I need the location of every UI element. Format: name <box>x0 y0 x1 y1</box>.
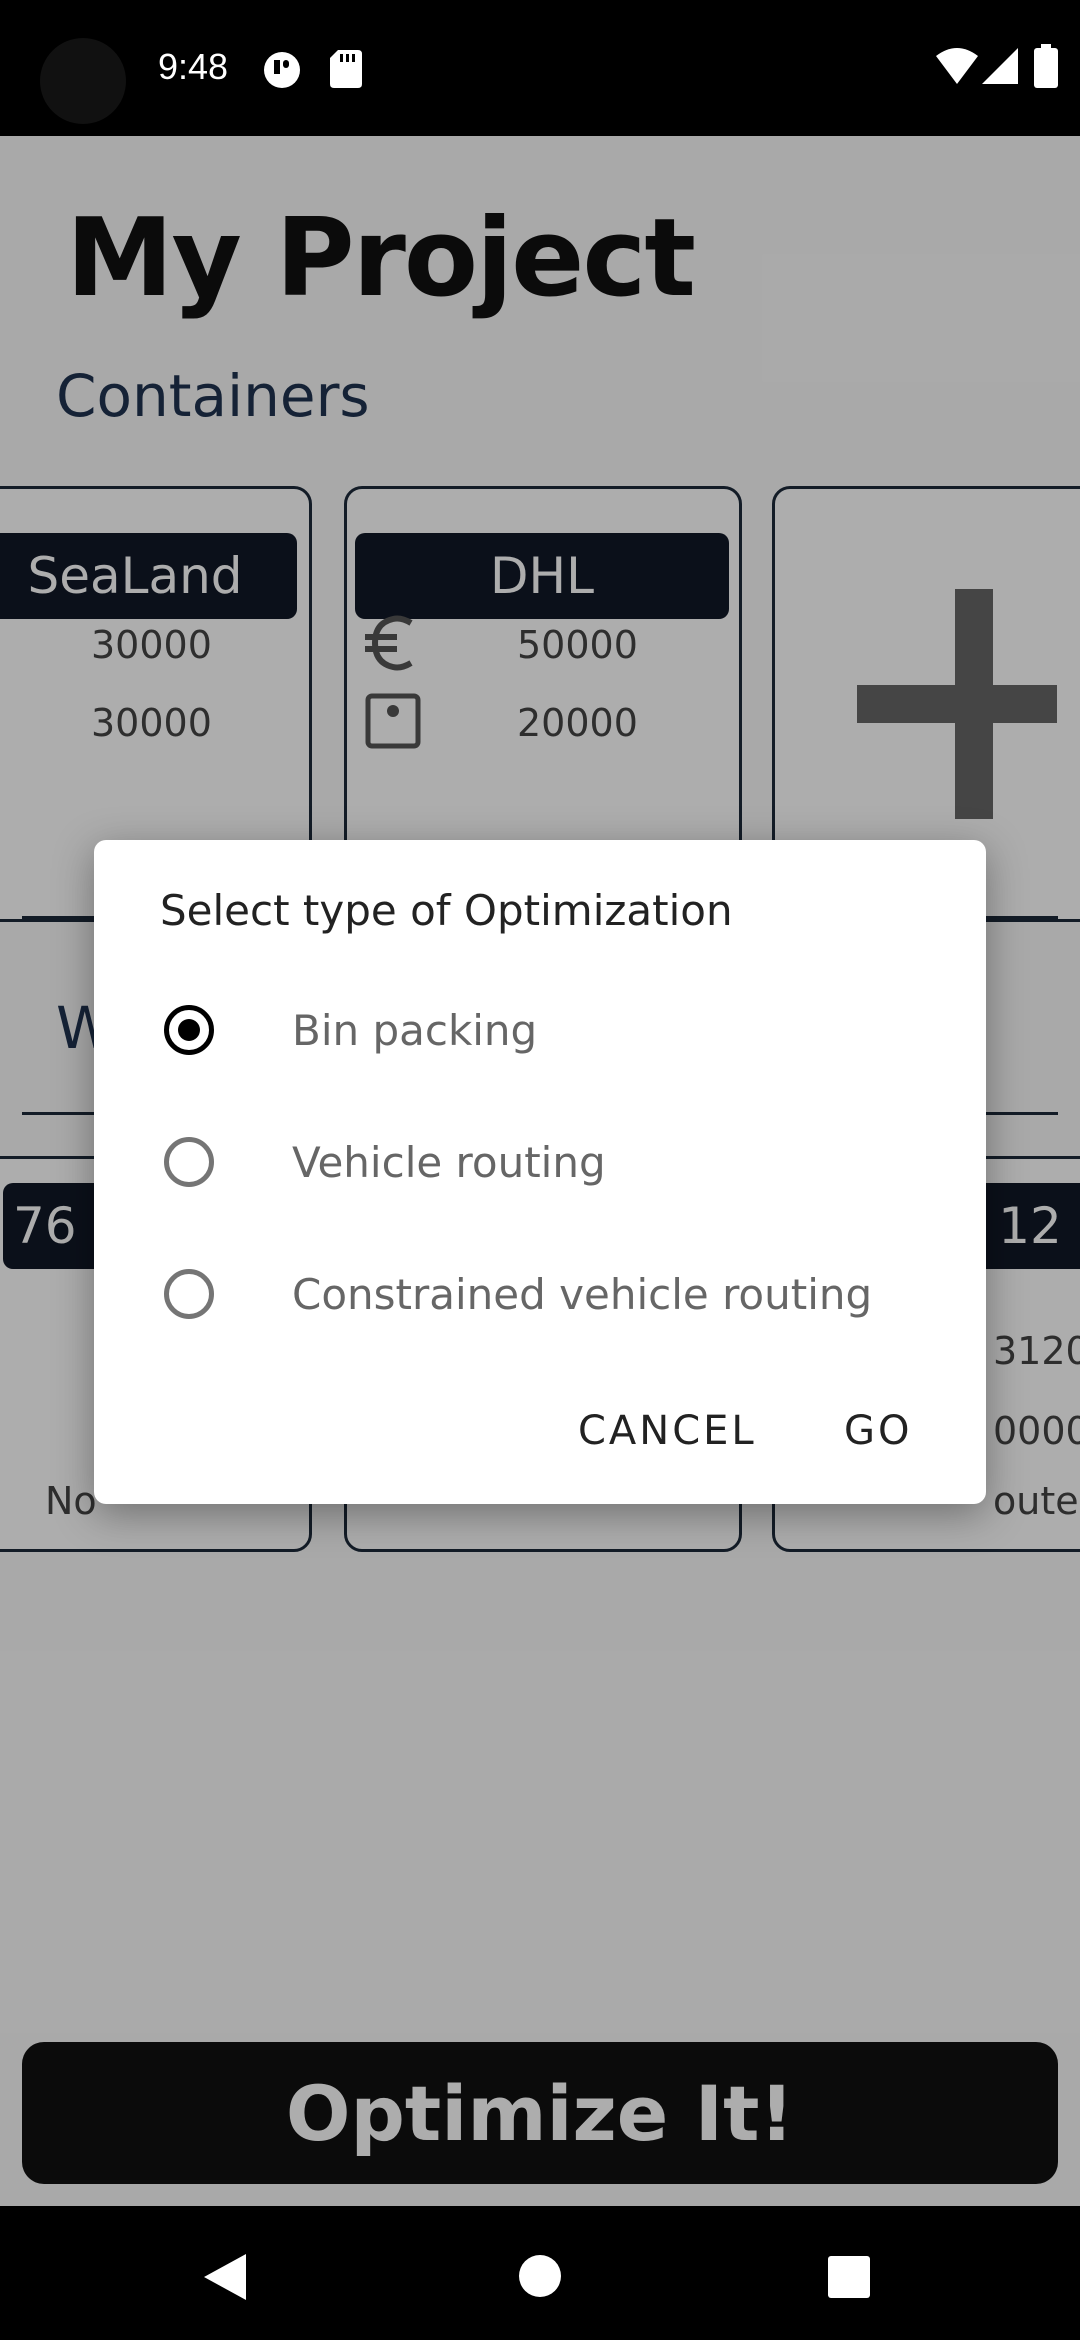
navigation-bar <box>0 2206 1080 2340</box>
option-constrained-vehicle-routing[interactable]: Constrained vehicle routing <box>94 1234 986 1354</box>
cancel-button[interactable]: CANCEL <box>578 1408 757 1454</box>
status-time: 9:48 <box>158 46 229 87</box>
option-label: Constrained vehicle routing <box>292 1270 873 1319</box>
radio-button[interactable] <box>164 1137 214 1187</box>
wifi-icon <box>936 48 978 84</box>
battery-icon <box>1034 44 1058 88</box>
option-label: Vehicle routing <box>292 1138 606 1187</box>
go-button[interactable]: GO <box>844 1408 912 1454</box>
radio-button[interactable] <box>164 1269 214 1319</box>
camera-cutout <box>40 38 126 124</box>
sd-card-icon <box>330 50 362 88</box>
option-label: Bin packing <box>292 1006 538 1055</box>
option-vehicle-routing[interactable]: Vehicle routing <box>94 1102 986 1222</box>
radio-button-checked[interactable] <box>164 1005 214 1055</box>
option-bin-packing[interactable]: Bin packing <box>94 970 986 1090</box>
recents-icon[interactable] <box>828 2256 870 2298</box>
dialog-title: Select type of Optimization <box>160 886 733 935</box>
back-icon[interactable] <box>204 2254 246 2300</box>
cell-signal-icon <box>982 48 1018 84</box>
status-bar: 9:48 <box>0 0 1080 136</box>
notification-icon <box>264 52 300 88</box>
home-icon[interactable] <box>518 2254 562 2298</box>
optimization-type-dialog: Select type of Optimization Bin packing … <box>94 840 986 1504</box>
